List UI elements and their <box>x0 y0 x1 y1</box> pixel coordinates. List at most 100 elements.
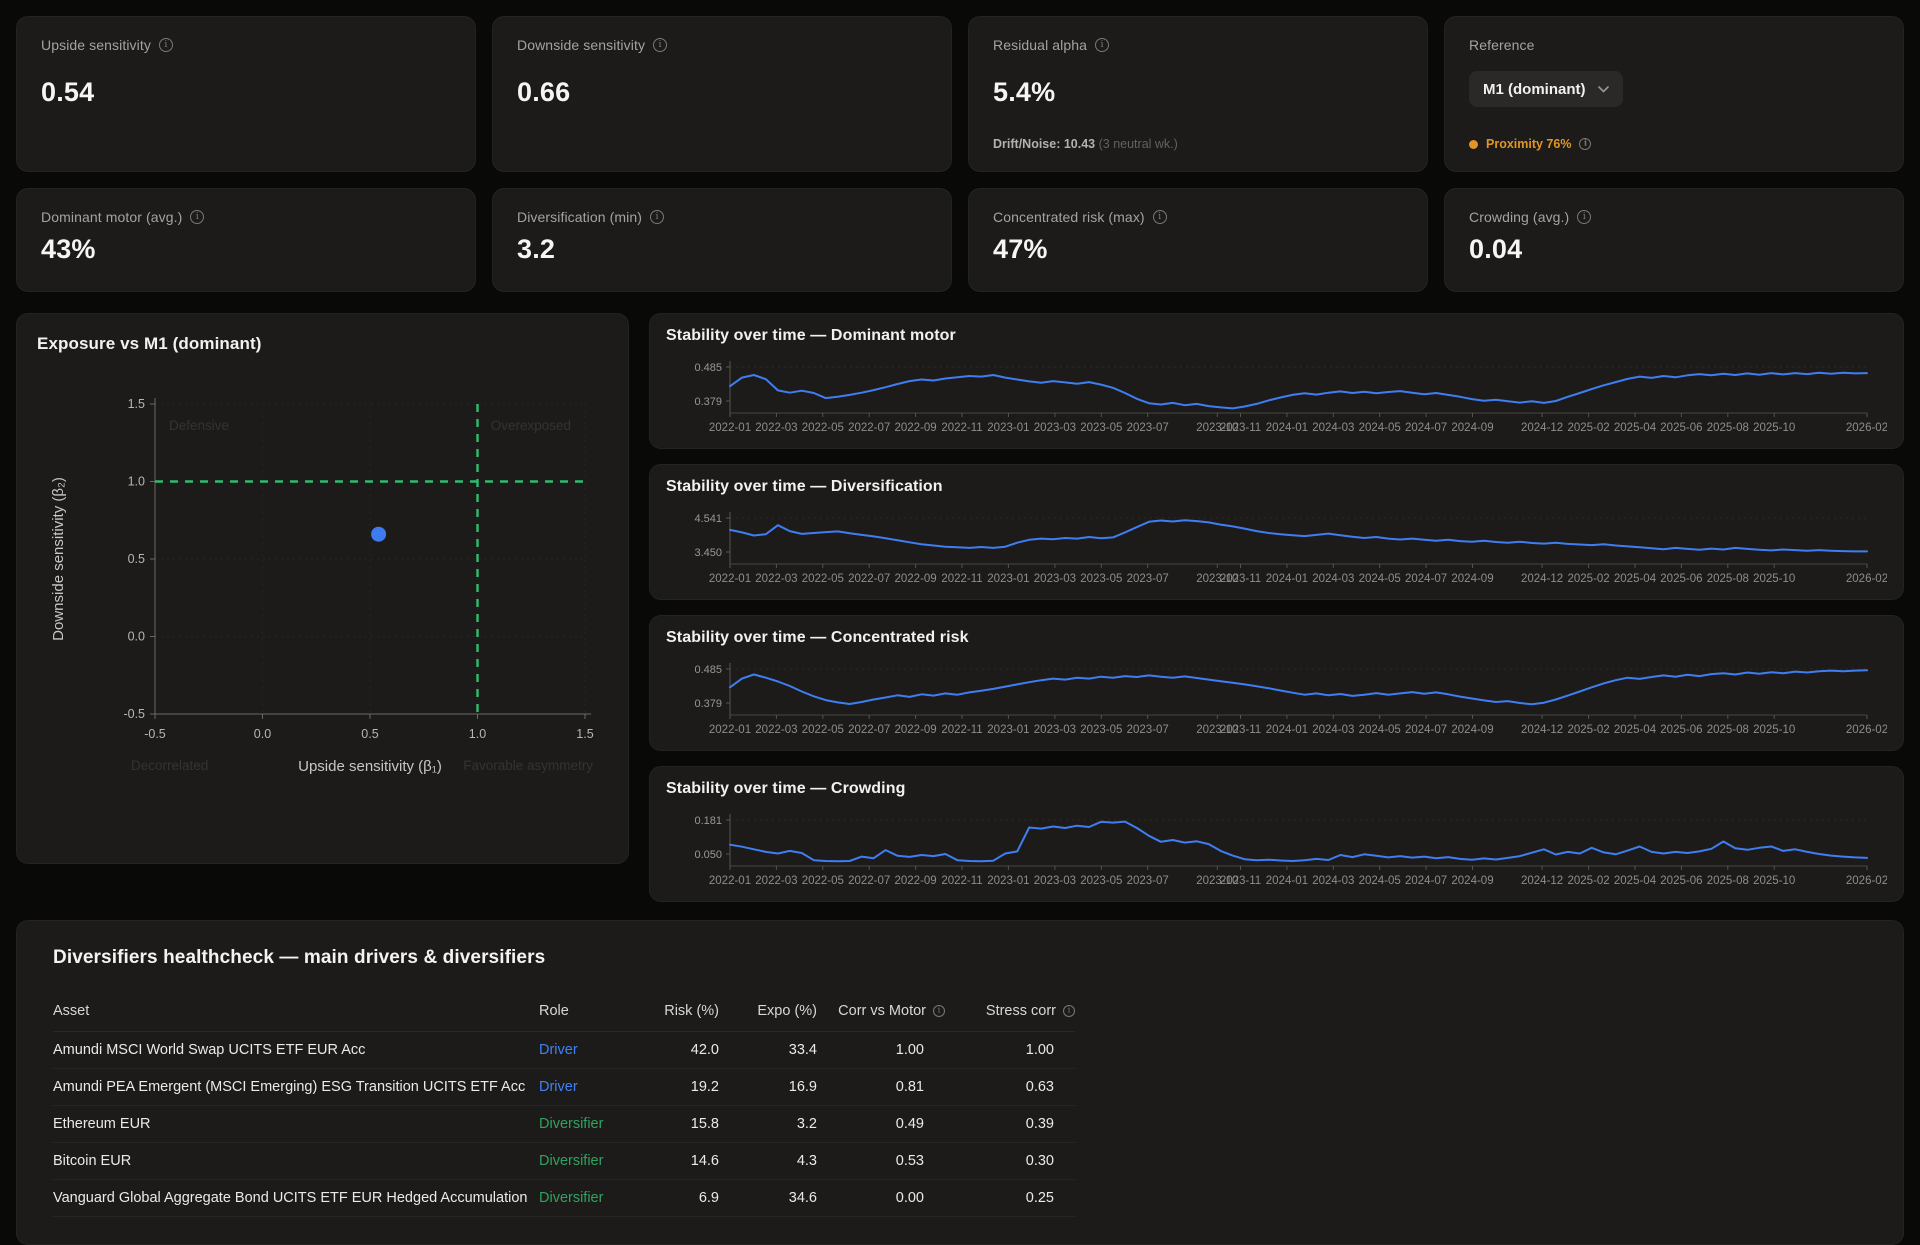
info-icon[interactable] <box>650 210 664 224</box>
info-icon[interactable] <box>159 38 173 52</box>
cell-asset: Amundi PEA Emergent (MSCI Emerging) ESG … <box>53 1069 539 1106</box>
info-icon[interactable] <box>933 1005 945 1017</box>
sparkline-chart-dominant-motor: 0.4850.3792022-012022-032022-052022-0720… <box>666 349 1887 444</box>
x-tick-label: 2025-08 <box>1707 875 1749 887</box>
footnote-strong: Drift/Noise: 10.43 <box>993 137 1095 151</box>
kpi-card-crowding: Crowding (avg.) 0.04 <box>1444 188 1904 292</box>
x-tick-label: 2022-01 <box>709 724 751 736</box>
reference-selected-value: M1 (dominant) <box>1483 81 1586 98</box>
info-icon[interactable] <box>653 38 667 52</box>
x-tick-label: 2023-01 <box>987 422 1029 434</box>
kpi-value: 3.2 <box>517 234 927 265</box>
x-tick-label: 2023-03 <box>1034 422 1076 434</box>
y-tick-label: 0.379 <box>694 396 722 408</box>
y-tick-label: 3.450 <box>694 547 722 559</box>
x-tick-label: 2023-07 <box>1127 573 1169 585</box>
drift-noise-footnote: Drift/Noise: 10.43 (3 neutral wk.) <box>993 137 1403 151</box>
assets-table-body: Amundi MSCI World Swap UCITS ETF EUR Acc… <box>53 1032 1075 1217</box>
x-tick-label: 2024-07 <box>1405 875 1447 887</box>
stability-card-crowding: Stability over time — Crowding 0.1810.05… <box>649 766 1904 902</box>
x-tick-label: 2024-05 <box>1359 573 1401 585</box>
cell-corr: 0.53 <box>817 1143 945 1180</box>
x-tick-label: 0.0 <box>254 727 271 741</box>
cell-risk: 42.0 <box>623 1032 719 1069</box>
x-tick-label: 1.5 <box>576 727 593 741</box>
x-tick-label: 2022-07 <box>848 875 890 887</box>
x-tick-label: 2024-12 <box>1521 724 1563 736</box>
y-axis-title: Downside sensitivity (β₂) <box>50 477 67 641</box>
col-header-asset: Asset <box>53 995 539 1032</box>
kpi-row-top: Upside sensitivity 0.54 Downside sensiti… <box>16 16 1904 172</box>
kpi-value: 0.54 <box>41 77 451 108</box>
sparkline-plot: 0.1810.0502022-012022-032022-052022-0720… <box>666 802 1887 892</box>
sparkline-series <box>730 670 1867 704</box>
x-tick-label: 2024-09 <box>1451 724 1493 736</box>
x-tick-label: 2024-03 <box>1312 573 1354 585</box>
info-icon[interactable] <box>190 210 204 224</box>
x-tick-label: 2025-08 <box>1707 422 1749 434</box>
x-tick-label: 2025-04 <box>1614 724 1657 736</box>
cell-role: Diversifier <box>539 1106 623 1143</box>
x-tick-label: 2025-10 <box>1753 422 1795 434</box>
kpi-label-text: Downside sensitivity <box>517 37 645 53</box>
x-tick-label: 2023-05 <box>1080 573 1122 585</box>
sparkline-chart-crowding: 0.1810.0502022-012022-032022-052022-0720… <box>666 802 1887 897</box>
kpi-value: 43% <box>41 234 451 265</box>
x-tick-label: 2022-03 <box>755 573 797 585</box>
col-header-risk: Risk (%) <box>623 995 719 1032</box>
x-tick-label: 2026-02 <box>1846 422 1887 434</box>
kpi-label-text: Upside sensitivity <box>41 37 151 53</box>
x-tick-label: 2022-05 <box>802 422 844 434</box>
sparkline-series <box>730 520 1867 551</box>
x-tick-label: 2022-03 <box>755 875 797 887</box>
x-tick-label: 2022-09 <box>894 422 936 434</box>
table-row: Vanguard Global Aggregate Bond UCITS ETF… <box>53 1180 1075 1217</box>
x-tick-label: 2024-05 <box>1359 875 1401 887</box>
table-row: Ethereum EURDiversifier15.83.20.490.39 <box>53 1106 1075 1143</box>
reference-label: Reference <box>1469 37 1879 53</box>
kpi-label-text: Diversification (min) <box>517 209 642 225</box>
cell-asset: Amundi MSCI World Swap UCITS ETF EUR Acc <box>53 1032 539 1069</box>
x-tick-label: 2024-01 <box>1266 573 1308 585</box>
sparkline-series <box>730 373 1867 409</box>
sparkline-title: Stability over time — Diversification <box>666 478 1887 496</box>
x-tick-label: 2022-01 <box>709 875 751 887</box>
y-tick-label: 0.485 <box>694 664 722 676</box>
y-tick-label: 0.485 <box>694 362 722 374</box>
proximity-dot-icon <box>1469 140 1478 149</box>
x-tick-label: 2023-01 <box>987 875 1029 887</box>
info-icon[interactable] <box>1579 138 1591 150</box>
cell-role: Driver <box>539 1069 623 1106</box>
info-icon[interactable] <box>1153 210 1167 224</box>
cell-asset: Bitcoin EUR <box>53 1143 539 1180</box>
kpi-label: Upside sensitivity <box>41 37 451 53</box>
col-header-text: Corr vs Motor <box>838 1003 926 1019</box>
x-tick-label: 2024-05 <box>1359 422 1401 434</box>
scatter-point[interactable] <box>371 527 386 542</box>
sparkline-title: Stability over time — Dominant motor <box>666 327 1887 345</box>
x-tick-label: 2024-07 <box>1405 573 1447 585</box>
cell-role: Driver <box>539 1032 623 1069</box>
y-tick-label: 0.050 <box>694 849 722 861</box>
x-tick-label: 2025-08 <box>1707 724 1749 736</box>
x-tick-label: 2025-04 <box>1614 573 1657 585</box>
reference-select[interactable]: M1 (dominant) <box>1469 71 1623 107</box>
cell-role: Diversifier <box>539 1143 623 1180</box>
cell-asset: Vanguard Global Aggregate Bond UCITS ETF… <box>53 1180 539 1217</box>
info-icon[interactable] <box>1577 210 1591 224</box>
x-tick-label: 2024-09 <box>1451 422 1493 434</box>
cell-expo: 3.2 <box>719 1106 817 1143</box>
kpi-label-text: Crowding (avg.) <box>1469 209 1569 225</box>
cell-role: Diversifier <box>539 1180 623 1217</box>
cell-expo: 34.6 <box>719 1180 817 1217</box>
sparkline-plot: 4.5413.4502022-012022-032022-052022-0720… <box>666 500 1887 590</box>
info-icon[interactable] <box>1095 38 1109 52</box>
x-tick-label: 2025-08 <box>1707 573 1749 585</box>
info-icon[interactable] <box>1063 1005 1075 1017</box>
x-tick-label: 2025-04 <box>1614 422 1657 434</box>
x-tick-label: 2024-05 <box>1359 724 1401 736</box>
x-tick-label: 2024-03 <box>1312 875 1354 887</box>
x-tick-label: 2024-03 <box>1312 422 1354 434</box>
kpi-value: 47% <box>993 234 1403 265</box>
x-tick-label: 2022-07 <box>848 422 890 434</box>
